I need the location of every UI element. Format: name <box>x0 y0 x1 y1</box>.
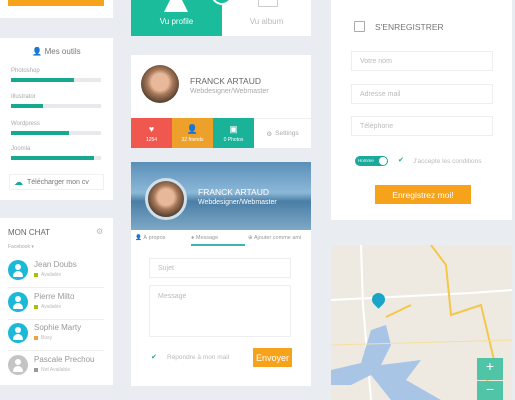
gear-icon[interactable]: ⚙ <box>96 227 103 236</box>
gender-toggle[interactable]: Homme <box>355 156 388 166</box>
user-icon: 👤 <box>186 124 199 134</box>
cover-card: FRANCK ARTAUD Webdesigner/Webmaster 👤 À … <box>131 162 311 386</box>
profile-card: FRANCK ARTAUD Webdesigner/Webmaster ♥ 125… <box>131 55 311 148</box>
contact-name: Jean Doubs <box>34 260 77 269</box>
skill-label: Photoshop <box>11 68 40 74</box>
contact-status: Available <box>34 304 61 310</box>
cover-role: Webdesigner/Webmaster <box>198 199 277 206</box>
tools-title-text: Mes outils <box>44 47 81 56</box>
chat-contact[interactable]: Jean Doubs Available <box>8 256 104 288</box>
tools-title: 👤 Mes outils <box>0 47 113 56</box>
edit-icon <box>354 21 365 32</box>
profile-role: Webdesigner/Webmaster <box>190 88 269 95</box>
tab-album-label: Vu album <box>249 17 284 26</box>
profile-icon <box>164 0 188 12</box>
tab-about[interactable]: 👤 À propos <box>135 235 165 241</box>
send-button[interactable]: Envoyer <box>253 348 292 367</box>
cloud-upload-icon: ☁ <box>14 176 23 187</box>
heart-icon: ♥ <box>148 124 155 134</box>
chat-contact[interactable]: Sophie Marty Busy <box>8 319 104 351</box>
skill-bar <box>11 104 101 108</box>
chat-title: MON CHAT <box>8 228 51 237</box>
image-icon: ▣ <box>229 124 238 134</box>
cover-avatar <box>145 178 187 220</box>
avatar <box>8 355 28 375</box>
email-input[interactable]: Adresse mail <box>351 84 493 104</box>
album-icon <box>258 0 278 7</box>
tab-message[interactable]: ● Message <box>191 235 245 246</box>
contact-name: Sophie Marty <box>34 323 82 332</box>
skill-label: Wordpress <box>11 121 40 127</box>
chat-source-dropdown[interactable]: Facebook ▾ <box>8 244 34 250</box>
register-button[interactable]: Enregistrez moi! <box>375 185 471 204</box>
message-textarea[interactable]: Message <box>149 285 291 337</box>
map[interactable]: + − <box>331 245 512 400</box>
chat-contact[interactable]: Pierre Milto Available <box>8 288 104 320</box>
register-title: S'ENREGISTRER <box>375 22 444 32</box>
skill-bar <box>11 156 101 160</box>
skill-bar <box>11 78 101 82</box>
contact-name: Pascale Prechou <box>34 355 95 364</box>
friends-stat[interactable]: 👤 32 friends <box>172 118 213 148</box>
zoom-out-button[interactable]: − <box>477 381 503 400</box>
chat-source-label: Facebook <box>8 244 30 250</box>
accept-checkbox[interactable]: ✔ <box>398 156 404 164</box>
user-icon: 👤 <box>32 47 43 56</box>
reply-checkbox[interactable]: ✔ <box>151 353 157 361</box>
skill-label: Joomla <box>11 146 31 152</box>
reply-label: Répondre à mon mail <box>167 354 230 361</box>
download-cv-button[interactable]: ☁ Télécharger mon cv <box>9 174 104 190</box>
tab-profile[interactable]: Vu profile <box>131 0 222 36</box>
avatar <box>8 260 28 280</box>
skill-bar <box>11 131 101 135</box>
subject-input[interactable]: Sujet <box>149 258 291 278</box>
settings-button[interactable]: ⚙ Settings <box>254 118 311 148</box>
contact-status: Available <box>34 272 61 278</box>
accept-label: J'accepte les conditions <box>413 158 482 165</box>
cover-name: FRANCK ARTAUD <box>198 187 270 197</box>
tools-card: 👤 Mes outils Photoshop Illustrator Wordp… <box>0 38 113 200</box>
contact-status: Busy <box>34 335 52 341</box>
chat-contact[interactable]: Pascale Prechou Not Available <box>8 351 104 383</box>
zoom-in-button[interactable]: + <box>477 358 503 380</box>
tab-add-friend[interactable]: ⊕ Ajouter comme ami <box>248 235 301 241</box>
register-card: S'ENREGISTRER Votre nom Adresse mail Tél… <box>331 0 512 220</box>
view-tabs: Vu profile Vu album <box>131 0 311 36</box>
profile-name: FRANCK ARTAUD <box>190 76 262 86</box>
orange-button[interactable] <box>8 0 104 6</box>
phone-input[interactable]: Téléphone <box>351 116 493 136</box>
avatar <box>8 323 28 343</box>
tab-album[interactable]: Vu album <box>222 0 311 36</box>
photos-stat[interactable]: ▣ 0 Photos <box>213 118 254 148</box>
profile-avatar <box>141 65 179 103</box>
tab-profile-label: Vu profile <box>159 17 194 26</box>
skill-label: Illustrator <box>11 94 36 100</box>
top-left-card <box>0 0 113 18</box>
contact-name: Pierre Milto <box>34 292 75 301</box>
avatar <box>8 292 28 312</box>
likes-stat[interactable]: ♥ 1254 <box>131 118 172 148</box>
name-input[interactable]: Votre nom <box>351 51 493 71</box>
download-label: Télécharger mon cv <box>27 178 89 186</box>
chat-card: MON CHAT ⚙ Facebook ▾ Jean Doubs Availabl… <box>0 218 113 385</box>
contact-status: Not Available <box>34 367 70 373</box>
gear-icon: ⚙ <box>266 130 273 138</box>
